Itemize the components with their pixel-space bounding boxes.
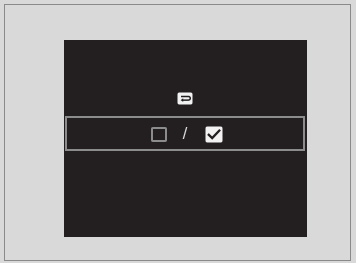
figure-frame: / bbox=[4, 4, 351, 261]
display-screen: / bbox=[64, 40, 307, 237]
option-row: / bbox=[65, 116, 305, 151]
checkbox-checked-icon[interactable] bbox=[205, 126, 223, 143]
option-separator: / bbox=[182, 124, 188, 143]
checkbox-unchecked-icon[interactable] bbox=[151, 127, 167, 142]
back-icon[interactable] bbox=[177, 92, 193, 105]
